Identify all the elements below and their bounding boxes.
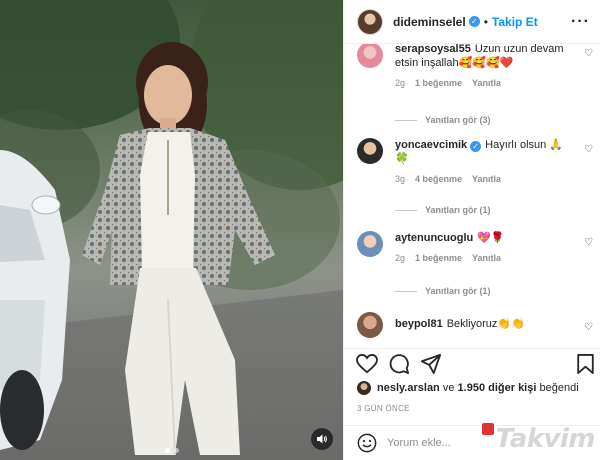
view-replies-button[interactable]: Yanıtları gör (3) xyxy=(395,115,491,125)
reply-button[interactable]: Yanıtla xyxy=(472,174,501,184)
view-replies-button[interactable]: Yanıtları gör (1) xyxy=(395,205,491,215)
action-bar xyxy=(344,348,600,378)
video-frame xyxy=(0,0,343,460)
watermark-text: Takvim xyxy=(495,424,596,454)
comment-likes[interactable]: 4 beğenme xyxy=(415,174,462,184)
comment-meta: 3g 4 beğenme Yanıtla xyxy=(395,174,593,184)
comment-text-extra: 🍀 xyxy=(395,153,409,165)
share-icon[interactable] xyxy=(421,354,441,374)
reply-button[interactable]: Yanıtla xyxy=(472,78,501,88)
comment-meta: 2g 1 beğenme Yanıtla xyxy=(395,253,593,263)
avatar[interactable] xyxy=(357,138,383,164)
comment-icon[interactable] xyxy=(389,354,409,374)
comment-username[interactable]: serapsoysal55 xyxy=(395,44,471,55)
divider xyxy=(395,209,417,211)
comment-username[interactable]: yoncaevcimik xyxy=(395,139,467,151)
comment-body: yoncaevcimik ✓ Hayırlı olsun 🙏 🍀 xyxy=(395,138,571,166)
verified-badge-icon: ✓ xyxy=(468,16,480,27)
heart-icon[interactable]: ♡ xyxy=(584,322,593,333)
post-timestamp[interactable]: 3 GÜN ÖNCE xyxy=(357,404,410,413)
view-replies-label: Yanıtları gör (3) xyxy=(425,115,491,125)
heart-icon[interactable]: ♡ xyxy=(584,237,593,248)
avatar[interactable] xyxy=(357,381,371,395)
avatar[interactable] xyxy=(357,44,383,68)
comment-body: aytenuncuoglu 💖🌹 xyxy=(395,231,571,245)
likes-summary: nesly.arslan ve 1.950 diğer kişi beğendi xyxy=(357,381,579,395)
bookmark-icon[interactable] xyxy=(577,354,594,374)
avatar[interactable] xyxy=(357,231,383,257)
liker-username[interactable]: nesly.arslan xyxy=(377,382,440,394)
takvim-watermark: Takvim xyxy=(481,423,596,454)
more-options-icon[interactable]: ··· xyxy=(571,13,590,31)
comment-body: serapsoysal55 Uzun uzun devam etsin inşal… xyxy=(395,44,571,70)
smile-icon[interactable] xyxy=(357,433,377,453)
verified-badge-icon: ✓ xyxy=(470,141,482,152)
comment-likes[interactable]: 1 beğenme xyxy=(415,253,462,263)
comment-item: beypol81 Bekliyoruz👏👏 ♡ xyxy=(357,312,593,338)
comment-text: Bekliyoruz👏👏 xyxy=(446,318,525,330)
speaker-icon xyxy=(317,434,327,444)
comment-item: yoncaevcimik ✓ Hayırlı olsun 🙏 🍀 3g 4 beğe… xyxy=(357,138,593,184)
comment-text: Hayırlı olsun 🙏 xyxy=(485,139,564,151)
likes-count[interactable]: 1.950 diğer kişi xyxy=(458,382,537,394)
likes-connector: ve xyxy=(442,382,455,394)
comment-meta: 2g 1 beğenme Yanıtla xyxy=(395,78,593,88)
comment-time[interactable]: 2g xyxy=(395,78,405,88)
comment-list[interactable]: serapsoysal55 Uzun uzun devam etsin inşal… xyxy=(344,44,600,348)
post-sidebar: dideminselel ✓ • Takip Et ··· serapsoysa… xyxy=(343,0,600,460)
heart-icon[interactable]: ♡ xyxy=(584,144,593,155)
heart-icon[interactable]: ♡ xyxy=(584,48,593,59)
divider xyxy=(395,119,417,121)
view-replies-button[interactable]: Yanıtları gör (1) xyxy=(395,286,491,296)
view-replies-label: Yanıtları gör (1) xyxy=(425,286,491,296)
reply-button[interactable]: Yanıtla xyxy=(472,253,501,263)
carousel-indicator xyxy=(0,448,343,453)
post-author-username[interactable]: dideminselel xyxy=(393,15,466,29)
heart-icon[interactable] xyxy=(356,354,378,374)
avatar[interactable] xyxy=(357,312,383,338)
post-header: dideminselel ✓ • Takip Et ··· xyxy=(344,0,600,44)
follow-button[interactable]: Takip Et xyxy=(492,15,538,29)
comment-body: beypol81 Bekliyoruz👏👏 xyxy=(395,312,571,331)
takvim-logo-icon xyxy=(481,423,494,435)
mute-button[interactable] xyxy=(311,428,333,450)
comment-time[interactable]: 2g xyxy=(395,253,405,263)
avatar[interactable] xyxy=(357,8,383,35)
comment-username[interactable]: beypol81 xyxy=(395,318,443,330)
comment-text: 💖🌹 xyxy=(477,232,505,244)
likes-suffix: beğendi xyxy=(539,382,579,394)
comment-item: aytenuncuoglu 💖🌹 2g 1 beğenme Yanıtla ♡ xyxy=(357,231,593,263)
carousel-dot[interactable] xyxy=(173,448,179,453)
comment-likes[interactable]: 1 beğenme xyxy=(415,78,462,88)
view-replies-label: Yanıtları gör (1) xyxy=(425,205,491,215)
divider xyxy=(395,290,417,292)
carousel-dot[interactable] xyxy=(164,448,170,453)
post-media[interactable] xyxy=(0,0,343,460)
comment-time[interactable]: 3g xyxy=(395,174,405,184)
separator-dot: • xyxy=(483,14,488,29)
add-comment-bar: Takvim xyxy=(344,423,600,460)
comment-username[interactable]: aytenuncuoglu xyxy=(395,232,473,244)
comment-item: serapsoysal55 Uzun uzun devam etsin inşal… xyxy=(357,44,593,88)
